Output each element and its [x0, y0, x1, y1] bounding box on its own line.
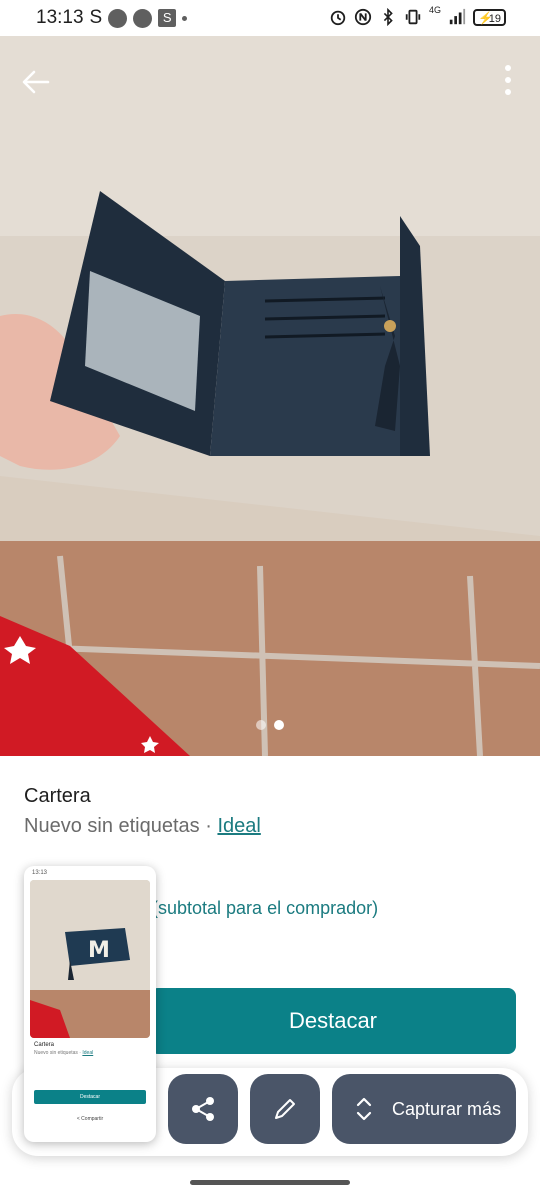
thumbnail-condition-text: Nuevo sin etiquetas — [34, 1050, 78, 1056]
notification-dot-icon — [133, 8, 153, 28]
condition-link[interactable]: Ideal — [217, 815, 260, 837]
share-icon — [192, 1097, 214, 1121]
capture-more-button[interactable]: Capturar más — [332, 1074, 516, 1144]
thumbnail-wallet-image: M — [30, 880, 150, 1038]
product-condition-line: Nuevo sin etiquetas · Ideal — [24, 815, 261, 838]
pager-dot[interactable] — [256, 720, 266, 730]
more-notifications-icon — [182, 15, 188, 21]
thumbnail-photo: M — [30, 880, 150, 1038]
product-condition: Nuevo sin etiquetas — [24, 815, 200, 837]
screenshot-thumbnail[interactable]: 13:13 M Cartera Nuevo sin etiquetas · Id… — [24, 866, 156, 1142]
product-photo[interactable] — [0, 36, 540, 756]
share-button[interactable] — [168, 1074, 238, 1144]
product-title: Cartera — [24, 785, 91, 807]
nfc-icon — [354, 8, 372, 26]
promote-button[interactable]: Destacar — [150, 988, 516, 1054]
thumbnail-title: Cartera — [34, 1042, 55, 1048]
capture-more-label: Capturar más — [392, 1098, 502, 1119]
pager-dot-active[interactable] — [274, 720, 284, 730]
thumbnail-condition: Nuevo sin etiquetas · Ideal — [34, 1050, 94, 1056]
signal-icon — [449, 8, 466, 25]
status-left: 13:13 S S — [36, 7, 188, 29]
more-vertical-icon[interactable] — [498, 62, 518, 102]
back-arrow-icon[interactable] — [18, 64, 54, 100]
app-badge-icon: S — [158, 9, 177, 27]
photo-pager[interactable] — [256, 720, 284, 730]
thumbnail-condition-link: Ideal — [82, 1050, 94, 1056]
vibrate-icon — [405, 9, 421, 25]
thumbnail-share-text: Compartir — [81, 1116, 104, 1122]
status-time: 13:13 — [36, 7, 84, 28]
thumbnail-share-label: < Compartir — [76, 1116, 104, 1122]
alarm-icon — [330, 10, 346, 26]
bluetooth-icon — [383, 8, 393, 26]
carrier-glyph: S — [89, 7, 103, 28]
condition-separator: · — [199, 815, 218, 837]
network-label: 4G — [428, 5, 441, 15]
home-indicator[interactable] — [190, 1180, 350, 1185]
status-bar: 13:13 S S 4G ⚡ 19 — [0, 0, 540, 36]
thumbnail-promote-button: Destacar — [34, 1090, 146, 1104]
edit-icon — [275, 1099, 295, 1119]
price-note: (subtotal para el comprador) — [152, 898, 379, 918]
status-right: 4G ⚡ 19 — [329, 5, 506, 26]
svg-text:M: M — [88, 938, 110, 963]
thumbnail-status-time: 13:13 — [32, 870, 48, 876]
expand-icon — [356, 1097, 372, 1121]
wallet-photo-illustration — [0, 36, 540, 756]
battery-icon: ⚡ 19 — [473, 8, 506, 26]
notification-dot-icon — [108, 8, 128, 28]
edit-button[interactable] — [250, 1074, 320, 1144]
